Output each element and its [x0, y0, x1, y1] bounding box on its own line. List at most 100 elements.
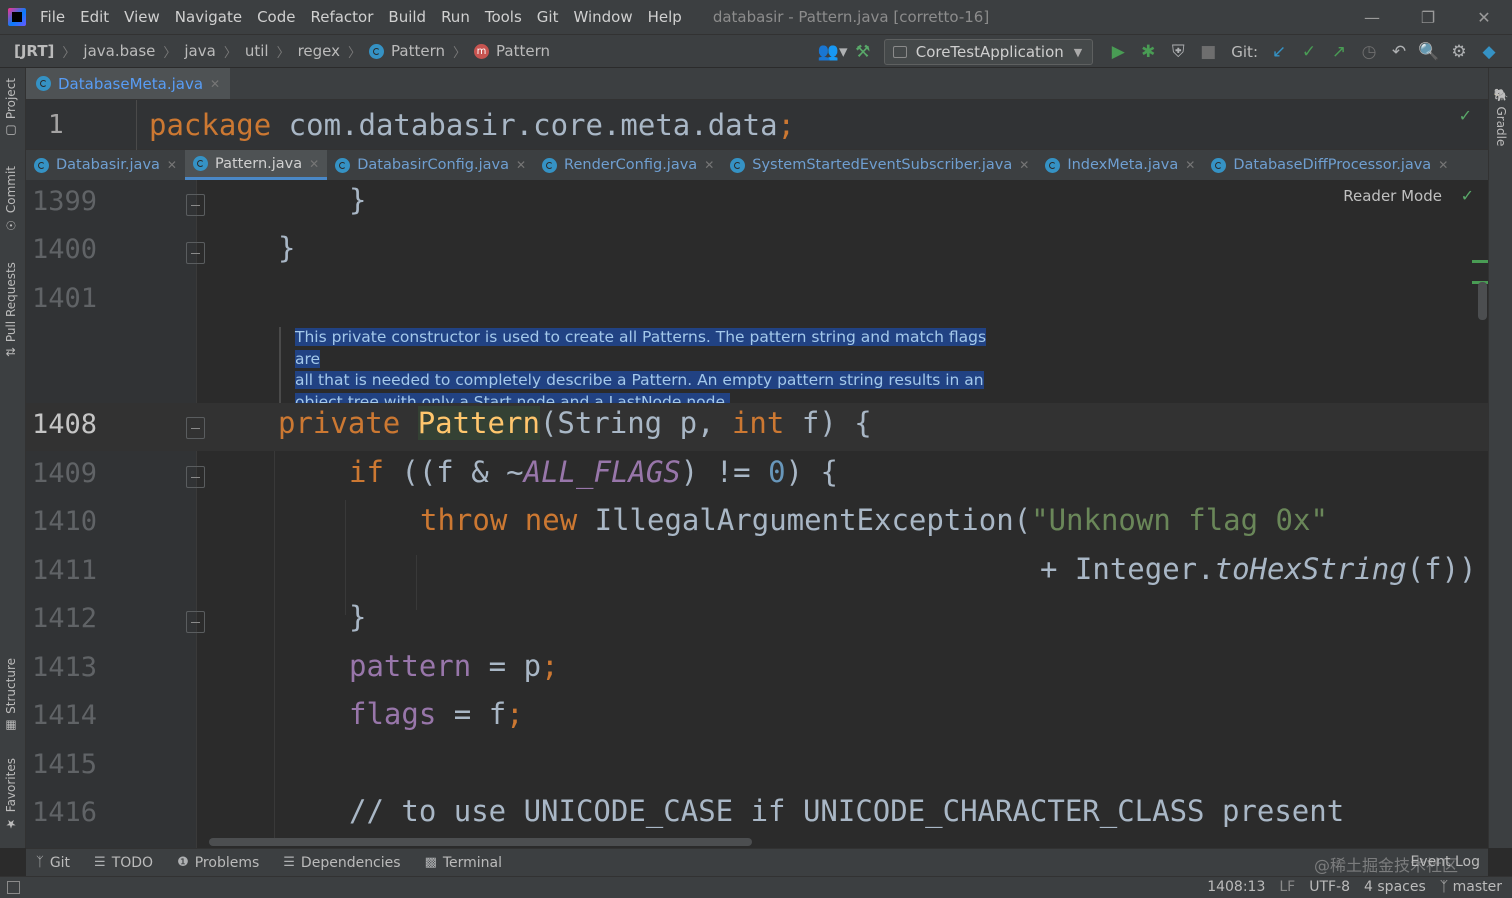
build-hammer-icon[interactable]: ⚒	[848, 37, 878, 67]
tab-databasirconfig[interactable]: DatabasirConfig.java ✕	[327, 150, 534, 180]
tab-label: SystemStartedEventSubscriber.java	[752, 157, 1013, 173]
tool-favorites[interactable]: ★ Favorites	[4, 758, 18, 831]
menu-file[interactable]: File	[40, 8, 65, 26]
close-icon[interactable]: ✕	[167, 158, 177, 172]
file-encoding[interactable]: UTF-8	[1309, 879, 1350, 895]
close-window-icon[interactable]: ✕	[1456, 0, 1512, 34]
debug-bug-icon[interactable]: ✱	[1133, 37, 1163, 67]
search-icon[interactable]: 🔍	[1414, 37, 1444, 67]
close-icon[interactable]: ✕	[1438, 158, 1448, 172]
inspection-ok-icon[interactable]: ✓	[1459, 106, 1472, 125]
breadcrumb-pattern-class[interactable]: Pattern	[391, 42, 445, 60]
event-log-button[interactable]: Event Log	[1410, 854, 1480, 870]
fold-marker-icon[interactable]	[186, 417, 205, 439]
field-name: pattern	[349, 649, 472, 683]
chevron-right-icon: 〉	[163, 45, 177, 61]
tool-dependencies[interactable]: ☰ Dependencies	[283, 855, 400, 871]
menu-tools[interactable]: Tools	[485, 8, 522, 26]
tab-label: DatabasirConfig.java	[357, 157, 509, 173]
menu-run[interactable]: Run	[441, 8, 470, 26]
restore-icon[interactable]: ❐	[1400, 0, 1456, 34]
tab-databasir[interactable]: Databasir.java ✕	[26, 150, 185, 180]
menu-view[interactable]: View	[124, 8, 160, 26]
line-number: 1	[48, 110, 64, 140]
code-text: + Integer.	[1040, 552, 1215, 586]
fold-marker-icon[interactable]	[186, 611, 205, 633]
fold-marker-icon[interactable]	[186, 466, 205, 488]
code-line: 1414 flags = f;	[26, 694, 1488, 742]
code-editor[interactable]: 1399 } 1400 } 1401 This private construc…	[26, 180, 1488, 848]
menu-edit[interactable]: Edit	[80, 8, 109, 26]
git-update-icon[interactable]: ↙	[1264, 37, 1294, 67]
close-icon[interactable]: ✕	[1185, 158, 1195, 172]
vertical-scrollbar[interactable]	[1478, 282, 1487, 320]
close-icon[interactable]: ✕	[309, 157, 319, 171]
git-branch[interactable]: ᛉ master	[1440, 879, 1502, 895]
code-line: 1416 // to use UNICODE_CASE if UNICODE_C…	[26, 791, 1488, 839]
reader-mode-toggle[interactable]: Reader Mode	[1343, 187, 1442, 205]
line-separator[interactable]: LF	[1279, 879, 1295, 895]
package-name: com.databasir.core.meta.data	[271, 108, 778, 142]
tool-gradle[interactable]: 🐘 Gradle	[1494, 88, 1508, 146]
tool-windows-toggle-icon[interactable]	[7, 881, 20, 894]
breadcrumb-regex[interactable]: regex	[298, 42, 340, 60]
rendered-javadoc: This private constructor is used to crea…	[279, 327, 999, 413]
horizontal-scrollbar[interactable]	[209, 838, 752, 846]
jetbrains-toolbox-icon[interactable]: ◆	[1474, 37, 1504, 67]
fold-marker-icon[interactable]	[186, 194, 205, 216]
semicolon: ;	[777, 108, 796, 142]
menu-navigate[interactable]: Navigate	[175, 8, 242, 26]
gear-icon[interactable]: ⚙	[1444, 37, 1474, 67]
tab-label: Pattern.java	[214, 155, 303, 172]
editor-tabs-top: DatabaseMeta.java ✕	[26, 68, 1488, 100]
tool-git[interactable]: ᛉ Git	[36, 855, 70, 871]
breadcrumb-java[interactable]: java	[184, 42, 215, 60]
close-icon[interactable]: ✕	[210, 77, 220, 91]
menu-help[interactable]: Help	[648, 8, 682, 26]
menu-git[interactable]: Git	[537, 8, 559, 26]
breadcrumb: [JRT] 〉 java.base 〉 java 〉 util 〉 regex …	[0, 42, 550, 61]
breadcrumb-java-base[interactable]: java.base	[83, 42, 155, 60]
tool-problems[interactable]: ❶ Problems	[177, 855, 259, 871]
closing-brace: }	[349, 183, 367, 217]
menu-code[interactable]: Code	[257, 8, 295, 26]
menu-build[interactable]: Build	[388, 8, 426, 26]
git-history-clock-icon[interactable]: ◷	[1354, 37, 1384, 67]
menu-refactor[interactable]: Refactor	[310, 8, 373, 26]
tool-pull-requests[interactable]: ⇅ Pull Requests	[4, 262, 18, 357]
close-icon[interactable]: ✕	[704, 158, 714, 172]
tab-pattern[interactable]: Pattern.java ✕	[184, 150, 328, 180]
rollback-icon[interactable]: ↶	[1384, 37, 1414, 67]
tab-systemstartedeventsubscriber[interactable]: SystemStartedEventSubscriber.java ✕	[722, 150, 1037, 180]
breadcrumb-pattern-method[interactable]: Pattern	[496, 42, 550, 60]
application-icon	[892, 46, 907, 58]
sticky-package-line: 1 package com.databasir.core.meta.data; …	[26, 100, 1488, 150]
tool-terminal[interactable]: ▩ Terminal	[425, 855, 502, 871]
stop-icon[interactable]: ■	[1193, 37, 1223, 67]
tool-project[interactable]: ▢ Project	[4, 78, 18, 138]
run-icon[interactable]: ▶	[1103, 37, 1133, 67]
code-line: 1413 pattern = p;	[26, 646, 1488, 694]
menu-window[interactable]: Window	[573, 8, 632, 26]
tool-structure[interactable]: ▦ Structure	[4, 658, 18, 733]
closing-brace: }	[278, 231, 296, 265]
breadcrumb-jrt[interactable]: [JRT]	[14, 42, 54, 60]
tab-renderconfig[interactable]: RenderConfig.java ✕	[534, 150, 722, 180]
close-icon[interactable]: ✕	[1019, 158, 1029, 172]
breadcrumb-util[interactable]: util	[245, 42, 269, 60]
tool-commit[interactable]: ☉ Commit	[4, 166, 18, 232]
run-configuration-select[interactable]: CoreTestApplication ▼	[883, 39, 1094, 65]
minimize-icon[interactable]: —	[1344, 0, 1400, 34]
user-icon[interactable]: 👥▾	[818, 37, 848, 67]
tab-databasemeta[interactable]: DatabaseMeta.java ✕	[26, 68, 231, 99]
fold-marker-icon[interactable]	[186, 242, 205, 264]
caret-position[interactable]: 1408:13	[1207, 879, 1265, 895]
git-commit-check-icon[interactable]: ✓	[1294, 37, 1324, 67]
tool-todo[interactable]: ☰ TODO	[94, 855, 153, 871]
indent-setting[interactable]: 4 spaces	[1364, 879, 1426, 895]
tab-databasediffprocessor[interactable]: DatabaseDiffProcessor.java ✕	[1203, 150, 1456, 180]
tab-indexmeta[interactable]: IndexMeta.java ✕	[1037, 150, 1203, 180]
git-push-icon[interactable]: ↗	[1324, 37, 1354, 67]
coverage-icon[interactable]: ⛨	[1163, 37, 1193, 67]
close-icon[interactable]: ✕	[516, 158, 526, 172]
